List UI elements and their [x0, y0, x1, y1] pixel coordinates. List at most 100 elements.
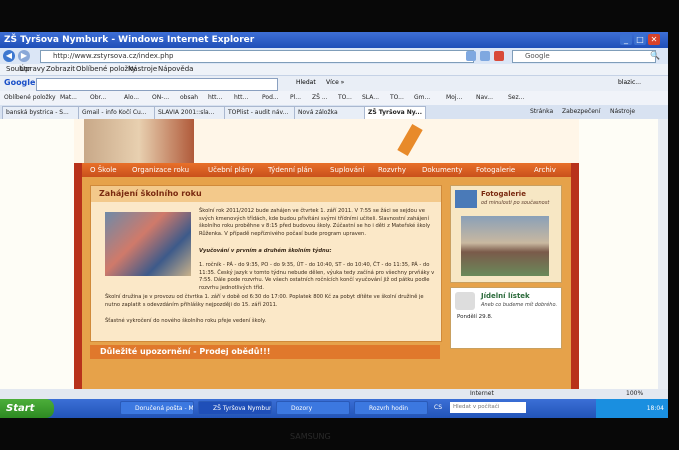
article-paragraph-2: Vyučování v prvním a druhém školním týdn… — [199, 248, 332, 254]
lunch-menu-day: Pondělí 29.8. — [457, 314, 493, 320]
favorite-item[interactable]: Sez... — [508, 91, 524, 105]
task-dozory[interactable]: Dozory — [276, 401, 350, 415]
favorite-item[interactable]: Pod... — [262, 91, 279, 105]
tab-nova-zalozka[interactable]: Nová záložka — [294, 106, 366, 120]
title-bar: ZŠ Tyršova Nymburk - Windows Internet Ex… — [0, 32, 668, 48]
scrollbar[interactable] — [658, 119, 668, 389]
article-paragraph-5: Šťastné vykročení do nového školního rok… — [105, 318, 267, 324]
favorite-item[interactable]: Obr... — [90, 91, 106, 105]
language-indicator[interactable]: CS — [434, 404, 442, 411]
monitor-logo: SAMSUNG — [290, 432, 331, 441]
nav-rozvrhy[interactable]: Rozvrhy — [378, 163, 406, 177]
favorite-item[interactable]: htt... — [234, 91, 248, 105]
favorite-item[interactable]: Pl... — [290, 91, 301, 105]
stop-icon[interactable] — [494, 51, 504, 61]
favorite-item[interactable]: TO... — [338, 91, 352, 105]
security-menu[interactable]: Zabezpečení — [562, 105, 600, 119]
tab-slavia[interactable]: SLAVIA 2001::sla... — [154, 106, 226, 120]
lunch-menu-title: Jídelní lístek — [481, 292, 530, 300]
taskbar: Start Doručená pošta - M... ZŠ Tyršova N… — [0, 399, 668, 418]
gallery-photo[interactable] — [461, 216, 549, 276]
search-icon[interactable]: 🔍 — [650, 51, 660, 60]
favorites-label[interactable]: Oblíbené položky — [4, 91, 56, 105]
clock[interactable]: 18:04 — [647, 405, 664, 412]
favorite-item[interactable]: SLA... — [362, 91, 379, 105]
close-button[interactable]: ✕ — [648, 34, 660, 45]
site-banner — [74, 119, 579, 163]
favorite-item[interactable]: obsah — [180, 91, 198, 105]
favorite-item[interactable]: Alo... — [124, 91, 139, 105]
nav-archiv[interactable]: Archiv — [534, 163, 556, 177]
nav-suplovani[interactable]: Suplování — [330, 163, 364, 177]
screen: ZŠ Tyršova Nymburk - Windows Internet Ex… — [0, 32, 668, 418]
gallery-box[interactable]: Fotogalerie od minulosti po současnost — [450, 185, 562, 283]
banner-photo — [84, 119, 194, 163]
cup-icon — [455, 292, 475, 310]
maximize-button[interactable]: □ — [634, 34, 646, 45]
favorite-item[interactable]: Gm... — [414, 91, 430, 105]
status-bar: Internet 100% — [0, 389, 668, 399]
refresh-icon[interactable] — [466, 51, 476, 61]
favorite-item[interactable]: Moj... — [446, 91, 462, 105]
minimize-button[interactable]: _ — [620, 34, 632, 45]
camera-icon — [455, 190, 477, 208]
tab-toplist[interactable]: TOPlist - audit náv... — [224, 106, 296, 120]
tab-bar: banská bystrica - S... Gmail - info Kočí… — [0, 105, 668, 120]
warning-heading[interactable]: Důležité upozornění - Prodej obědů!!! — [90, 345, 440, 359]
page-menu[interactable]: Stránka — [530, 105, 553, 119]
rss-icon[interactable] — [480, 51, 490, 61]
search-box[interactable]: Google — [512, 50, 656, 63]
nav-o-skole[interactable]: O Škole — [90, 163, 117, 177]
google-search-input[interactable] — [36, 78, 278, 91]
menu-zobrazit[interactable]: Zobrazit — [46, 64, 75, 75]
google-search-button[interactable]: Hledat — [296, 79, 316, 86]
favorite-item[interactable]: Nav... — [476, 91, 493, 105]
pencil-icon — [397, 124, 423, 156]
address-row: ◀ ▶ http://www.zstyrsova.cz/index.php Go… — [0, 48, 668, 64]
forward-icon[interactable]: ▶ — [18, 50, 30, 62]
favorite-item[interactable]: Mat... — [60, 91, 77, 105]
nav-organizace-roku[interactable]: Organizace roku — [132, 163, 189, 177]
lunch-menu-box[interactable]: Jídelní lístek Aneb co budeme mít dobréh… — [450, 287, 562, 349]
user-account[interactable]: blazic... — [618, 79, 641, 86]
tools-menu[interactable]: Nástroje — [610, 105, 635, 119]
more-button[interactable]: Více » — [326, 79, 344, 86]
zoom-level[interactable]: 100% — [626, 389, 643, 399]
article: Zahájení školního roku Školní rok 2011/2… — [90, 185, 442, 342]
content-area: Zahájení školního roku Školní rok 2011/2… — [82, 177, 571, 389]
site-nav: O Škole Organizace roku Učební plány Týd… — [82, 163, 571, 177]
nav-ucebni-plany[interactable]: Učební plány — [208, 163, 254, 177]
window-title: ZŠ Tyršova Nymburk - Windows Internet Ex… — [4, 35, 255, 45]
task-ie[interactable]: ZŠ Tyršova Nymbur... — [198, 401, 272, 415]
article-paragraph-4: Školní družina je v provozu od čtvrtka 1… — [105, 294, 424, 308]
start-button[interactable]: Start — [0, 399, 54, 418]
google-toolbar: Google Hledat Více » blazic... — [0, 75, 668, 92]
lunch-menu-subtitle: Aneb co budeme mít dobrého. — [481, 302, 558, 308]
menu-upravy[interactable]: Úpravy — [20, 64, 45, 75]
favorite-item[interactable]: ON-... — [152, 91, 169, 105]
address-bar[interactable]: http://www.zstyrsova.cz/index.php — [40, 50, 474, 63]
article-paragraph-1: Školní rok 2011/2012 bude zahájen ve čtv… — [199, 208, 431, 237]
favorite-item[interactable]: TO... — [390, 91, 404, 105]
tab-zs-tyrsova[interactable]: ZŠ Tyršova Ny... — [364, 106, 426, 120]
tab-banska-bystrica[interactable]: banská bystrica - S... — [2, 106, 80, 120]
internet-zone: Internet — [470, 390, 494, 397]
nav-fotogalerie[interactable]: Fotogalerie — [476, 163, 515, 177]
nav-dokumenty[interactable]: Dokumenty — [422, 163, 462, 177]
gallery-subtitle: od minulosti po současnost — [481, 200, 550, 206]
back-icon[interactable]: ◀ — [3, 50, 15, 62]
gallery-title: Fotogalerie — [481, 190, 526, 198]
web-page: O Škole Organizace roku Učební plány Týd… — [0, 119, 668, 389]
menu-napoveda[interactable]: Nápověda — [158, 64, 193, 75]
favorite-item[interactable]: ZŠ ... — [312, 91, 328, 105]
tab-gmail[interactable]: Gmail - info Kočí Cu... — [78, 106, 156, 120]
nav-tydenni-plan[interactable]: Týdenní plán — [268, 163, 312, 177]
monitor-bezel: ZŠ Tyršova Nymburk - Windows Internet Ex… — [0, 0, 679, 450]
task-rozvrh[interactable]: Rozvrh hodin — [354, 401, 428, 415]
favorite-item[interactable]: htt... — [208, 91, 222, 105]
task-mail[interactable]: Doručená pošta - M... — [120, 401, 194, 415]
taskbar-search[interactable]: Hledat v počítači — [450, 402, 526, 413]
menu-nastroje[interactable]: Nástroje — [128, 64, 157, 75]
article-heading: Zahájení školního roku — [91, 186, 441, 202]
google-logo: Google — [4, 78, 36, 87]
